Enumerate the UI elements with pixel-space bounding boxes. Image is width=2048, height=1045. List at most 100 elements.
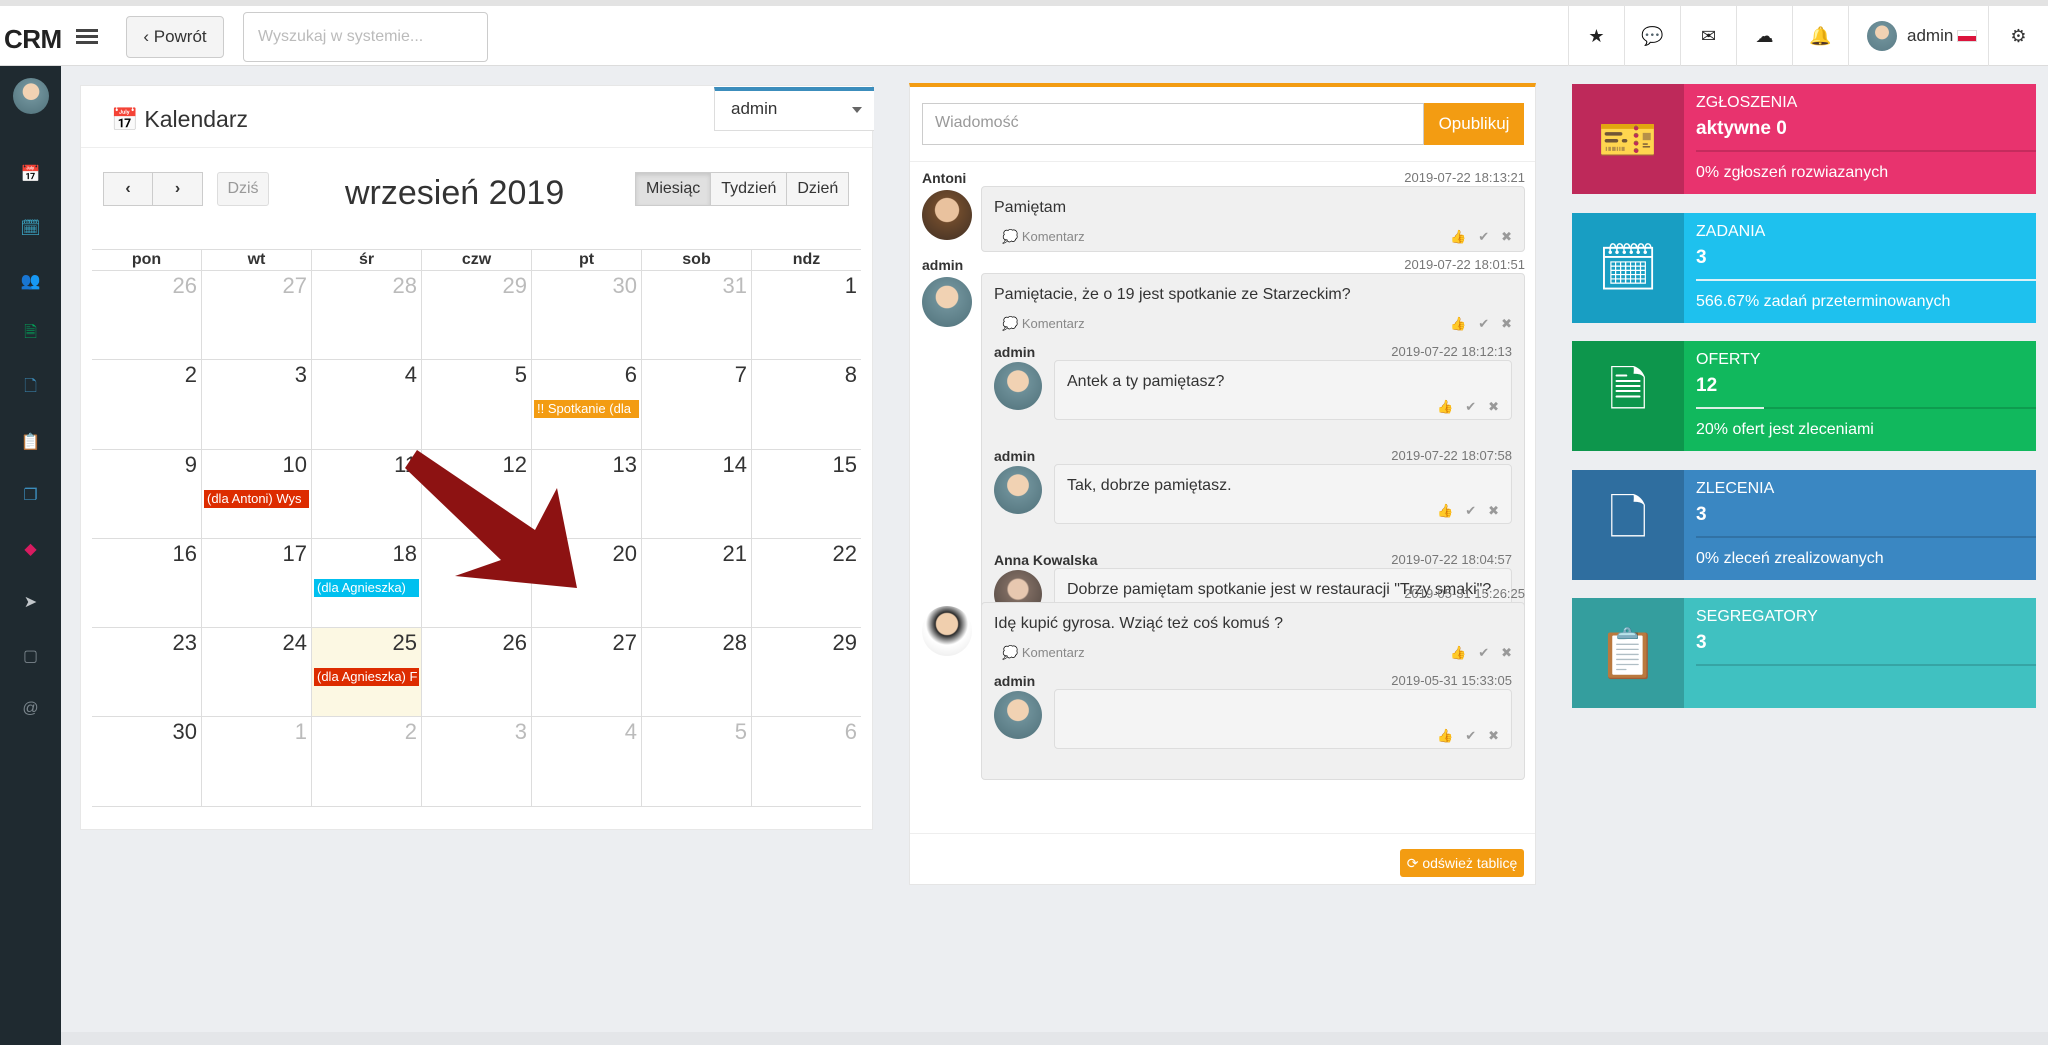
calendar-event[interactable]: (dla Antoni) Wys	[204, 489, 309, 508]
back-button[interactable]: ‹ Powrót	[126, 16, 224, 58]
calendar-day[interactable]: 9	[92, 450, 201, 538]
user-menu[interactable]: admin	[1848, 6, 1988, 66]
thumbs-up-icon[interactable]: 👍	[1437, 728, 1453, 744]
calendar-day[interactable]: 11	[311, 449, 421, 538]
view-button[interactable]: Tydzień	[711, 172, 788, 206]
calendar-day[interactable]: 27	[201, 271, 311, 360]
comment-link[interactable]: 💭 Komentarz	[1002, 229, 1085, 245]
stat-box-zadania[interactable]: 🗓 ZADANIA 3 566.67% zadań przeterminowanych	[1572, 212, 2036, 323]
gear-icon[interactable]: ⚙	[1988, 6, 2048, 66]
user-select[interactable]: admin	[714, 87, 874, 131]
next-month-button[interactable]: ›	[153, 172, 203, 206]
calendar-day[interactable]: 8	[751, 360, 861, 449]
sidebar-item-ticket[interactable]: ◆	[0, 529, 61, 569]
avatar[interactable]	[13, 78, 49, 114]
stat-box-segregatory[interactable]: 📋 SEGREGATORY 3	[1572, 598, 2036, 708]
calendar-day[interactable]: 4	[531, 717, 641, 806]
calendar-day[interactable]: 2	[92, 360, 201, 448]
calendar-day[interactable]: 23	[92, 628, 201, 716]
sidebar-item-clipboard[interactable]: 📋	[0, 422, 61, 462]
calendar-day[interactable]: 3	[201, 360, 311, 449]
calendar-day[interactable]: 21	[641, 538, 751, 628]
calendar-day[interactable]: 28	[641, 628, 751, 717]
thumbs-up-icon[interactable]: 👍	[1437, 399, 1453, 415]
check-icon[interactable]: ✔	[1478, 316, 1489, 332]
sidebar-item-calendar[interactable]: 📅	[0, 154, 61, 194]
calendar-day[interactable]: 27	[531, 628, 641, 717]
stat-box-oferty[interactable]: 🗎 OFERTY 12 20% ofert jest zleceniami	[1572, 341, 2036, 451]
message-feed[interactable]: Antoni 2019-07-22 18:13:21 Pamiętam 💭 Komen…	[910, 161, 1535, 833]
calendar-day[interactable]: 30	[92, 717, 201, 805]
calendar-day[interactable]: 29	[421, 271, 531, 360]
refresh-wall-button[interactable]: ⟳ odśwież tablicę	[1400, 849, 1524, 877]
calendar-day[interactable]: 26	[421, 628, 531, 717]
comment-link[interactable]: 💭 Komentarz	[1002, 645, 1085, 661]
calendar-day[interactable]: 1	[201, 717, 311, 806]
stat-box-zlecenia[interactable]: 🗋 ZLECENIA 3 0% zleceń zrealizowanych	[1572, 469, 2036, 580]
today-button[interactable]: Dziś	[217, 172, 269, 206]
brand-logo[interactable]: CRM	[4, 24, 62, 55]
sidebar-item-documents[interactable]: ❐	[0, 475, 61, 515]
sidebar-item-document[interactable]: 🗎	[0, 315, 61, 355]
calendar-event[interactable]: (dla Agnieszka) F	[314, 668, 419, 687]
sidebar-item-send[interactable]: ➤	[0, 582, 61, 622]
cloud-icon[interactable]: ☁	[1736, 6, 1792, 66]
comment-link[interactable]: 💭 Komentarz	[1002, 316, 1085, 332]
calendar-day[interactable]: 10 (dla Antoni) Wys	[201, 449, 311, 538]
check-icon[interactable]: ✔	[1478, 645, 1489, 661]
calendar-day[interactable]: 29	[751, 628, 861, 717]
close-icon[interactable]: ✖	[1501, 229, 1512, 245]
chat-icon[interactable]: 💬	[1624, 6, 1680, 66]
calendar-day[interactable]: 24	[201, 628, 311, 717]
thumbs-up-icon[interactable]: 👍	[1450, 645, 1466, 661]
sidebar-item-calendar-check[interactable]: 🗓	[0, 208, 61, 248]
publish-button[interactable]: Opublikuj	[1424, 103, 1524, 145]
calendar-day[interactable]: 17	[201, 538, 311, 628]
calendar-day[interactable]: 4	[311, 360, 421, 449]
close-icon[interactable]: ✖	[1488, 503, 1499, 519]
calendar-day[interactable]: 26	[92, 271, 201, 359]
calendar-day[interactable]: 5	[641, 717, 751, 806]
calendar-day[interactable]: 6 !! Spotkanie (dla	[531, 360, 641, 449]
close-icon[interactable]: ✖	[1488, 399, 1499, 415]
message-input[interactable]	[922, 103, 1424, 145]
calendar-day[interactable]: 7	[641, 360, 751, 449]
check-icon[interactable]: ✔	[1465, 728, 1476, 744]
close-icon[interactable]: ✖	[1501, 316, 1512, 332]
calendar-day[interactable]: 1	[751, 271, 861, 360]
star-icon[interactable]: ★	[1568, 6, 1624, 66]
calendar-day[interactable]: 18 (dla Agnieszka)	[311, 538, 421, 628]
calendar-day[interactable]: 31	[641, 271, 751, 360]
calendar-event[interactable]: !! Spotkanie (dla	[534, 400, 639, 419]
sidebar-item-at[interactable]: @	[0, 689, 61, 729]
calendar-day[interactable]: 25 (dla Agnieszka) F	[311, 628, 421, 717]
envelope-icon[interactable]: ✉	[1680, 6, 1736, 66]
calendar-event[interactable]: (dla Agnieszka)	[314, 578, 419, 597]
check-icon[interactable]: ✔	[1465, 503, 1476, 519]
calendar-day[interactable]: 13	[531, 449, 641, 538]
calendar-day[interactable]: 6	[751, 717, 861, 806]
search-input[interactable]	[243, 12, 488, 62]
view-button[interactable]: Miesiąc	[635, 172, 712, 206]
calendar-day[interactable]: 12	[421, 449, 531, 538]
thumbs-up-icon[interactable]: 👍	[1450, 316, 1466, 332]
calendar-day[interactable]: 3	[421, 717, 531, 806]
thumbs-up-icon[interactable]: 👍	[1450, 229, 1466, 245]
calendar-day[interactable]: 30	[531, 271, 641, 360]
hamburger-menu-icon[interactable]	[76, 26, 98, 48]
calendar-day[interactable]: 14	[641, 449, 751, 538]
prev-month-button[interactable]: ‹	[103, 172, 153, 206]
thumbs-up-icon[interactable]: 👍	[1437, 503, 1453, 519]
calendar-day[interactable]: 15	[751, 449, 861, 538]
calendar-day[interactable]: 28	[311, 271, 421, 360]
sidebar-item-note[interactable]: ▢	[0, 636, 61, 676]
calendar-day[interactable]: 19	[421, 538, 531, 628]
stat-box-zgłoszenia[interactable]: 🎫 ZGŁOSZENIA aktywne 0 0% zgłoszeń rozwiaza…	[1572, 84, 2036, 194]
close-icon[interactable]: ✖	[1488, 728, 1499, 744]
calendar-day[interactable]: 20	[531, 538, 641, 628]
sidebar-item-users[interactable]: 👥	[0, 261, 61, 301]
calendar-day[interactable]: 2	[311, 717, 421, 806]
check-icon[interactable]: ✔	[1465, 399, 1476, 415]
check-icon[interactable]: ✔	[1478, 229, 1489, 245]
calendar-day[interactable]: 16	[92, 539, 201, 627]
